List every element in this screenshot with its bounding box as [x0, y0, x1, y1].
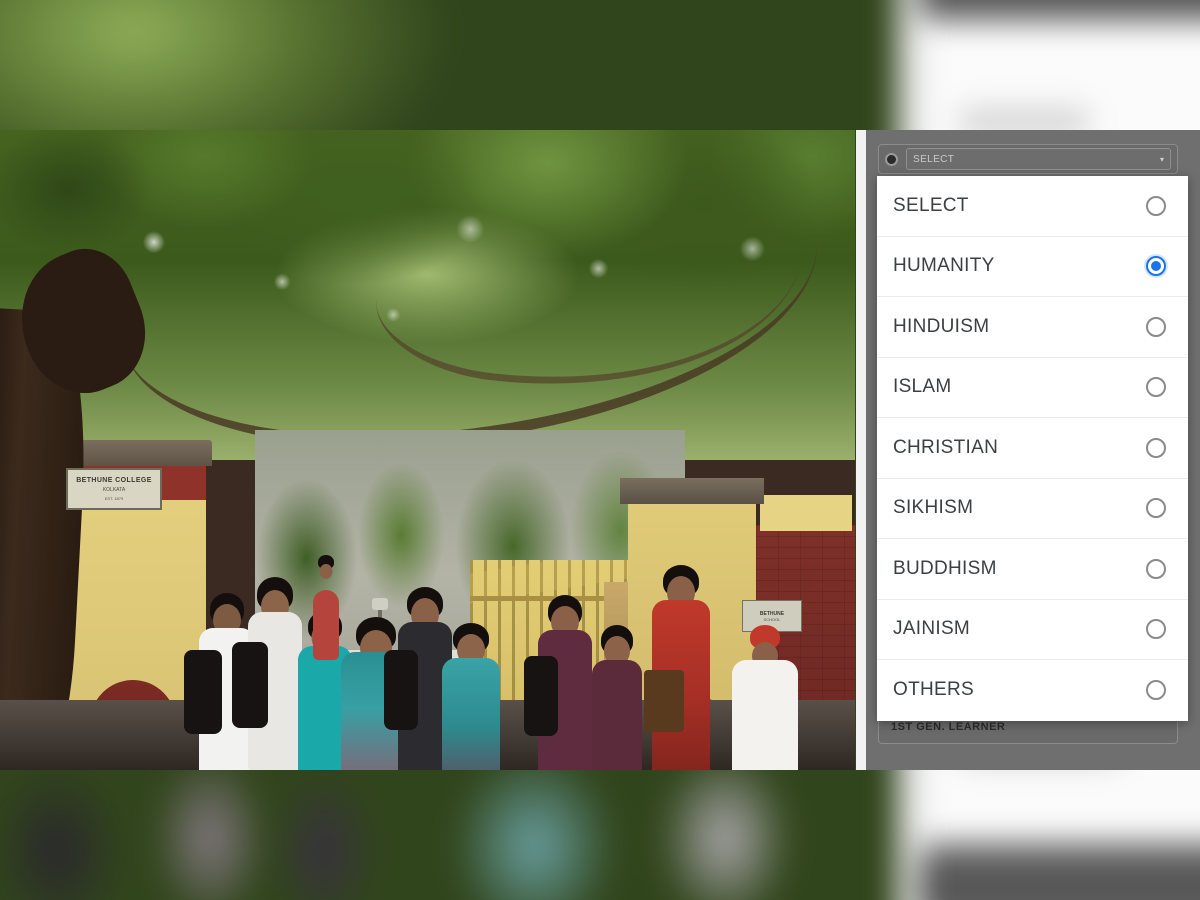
plaque-line-2: SCHOOL [763, 616, 781, 622]
dropdown-option[interactable]: ISLAM [877, 357, 1188, 418]
dropdown-option[interactable]: HINDUISM [877, 297, 1188, 358]
dropdown-option-label: SIKHISM [893, 497, 974, 519]
dropdown-option[interactable]: HUMANITY [877, 236, 1188, 297]
radio-unselected-icon[interactable] [1146, 680, 1166, 701]
radio-unselected-icon[interactable] [1146, 558, 1166, 579]
radio-selected-icon[interactable] [1146, 256, 1166, 277]
dropdown-option-label: HINDUISM [893, 315, 990, 337]
dropdown-option-label: ISLAM [893, 376, 952, 398]
college-gate-photograph: BETHUNE COLLEGE KOLKATA EST. 1879 BETHUN… [0, 130, 855, 770]
dropdown-option-label: CHRISTIAN [893, 436, 999, 458]
dropdown-option[interactable]: SELECT [877, 176, 1188, 237]
radio-unselected-icon[interactable] [1146, 498, 1166, 519]
dropdown-option[interactable]: BUDDHISM [877, 539, 1188, 600]
blurred-bar-top [920, 0, 1200, 7]
student-figure [440, 623, 502, 770]
select-dropdown-value: SELECT [913, 153, 955, 165]
student-figure [730, 625, 800, 770]
dropdown-option[interactable]: JAINISM [877, 599, 1188, 660]
dropdown-option[interactable]: OTHERS [877, 660, 1188, 721]
dropdown-option[interactable]: CHRISTIAN [877, 418, 1188, 479]
religion-field-row[interactable]: SELECT ▾ [878, 144, 1178, 174]
first-gen-learner-label: 1ST GEN. LEARNER [891, 721, 1006, 733]
sign-line-3: EST. 1879 [104, 496, 124, 501]
radio-unselected-icon[interactable] [1146, 437, 1166, 458]
dropdown-option-label: HUMANITY [893, 255, 995, 277]
radio-unselected-icon[interactable] [1146, 316, 1166, 337]
dropdown-option-label: SELECT [893, 194, 969, 216]
select-dropdown-trigger[interactable]: SELECT ▾ [906, 148, 1171, 170]
sign-line-1: BETHUNE COLLEGE [76, 477, 152, 484]
radio-unselected-icon[interactable] [1146, 619, 1166, 640]
religion-dropdown-list[interactable]: SELECT HUMANITY HINDUISM ISLAM CHRISTIAN SIKH… [877, 176, 1188, 721]
radio-filled-icon[interactable] [885, 152, 898, 166]
radio-unselected-icon[interactable] [1146, 377, 1166, 398]
blurred-bar-bottom [920, 863, 1200, 900]
college-name-sign: BETHUNE COLLEGE KOLKATA EST. 1879 [66, 468, 162, 510]
dropdown-option-label: OTHERS [893, 679, 974, 701]
dropdown-option[interactable]: SIKHISM [877, 478, 1188, 539]
radio-unselected-icon[interactable] [1146, 195, 1166, 216]
student-figure [590, 625, 644, 770]
dropdown-option-label: BUDDHISM [893, 557, 997, 579]
chevron-down-icon: ▾ [1159, 154, 1164, 164]
student-figure [524, 595, 594, 770]
sign-line-2: KOLKATA [102, 487, 126, 493]
screenshot-root: BETHUNE COLLEGE KOLKATA EST. 1879 BETHUN… [0, 0, 1200, 900]
dropdown-option-label: JAINISM [893, 618, 971, 640]
student-figure [644, 565, 712, 770]
student-figure [312, 555, 340, 660]
